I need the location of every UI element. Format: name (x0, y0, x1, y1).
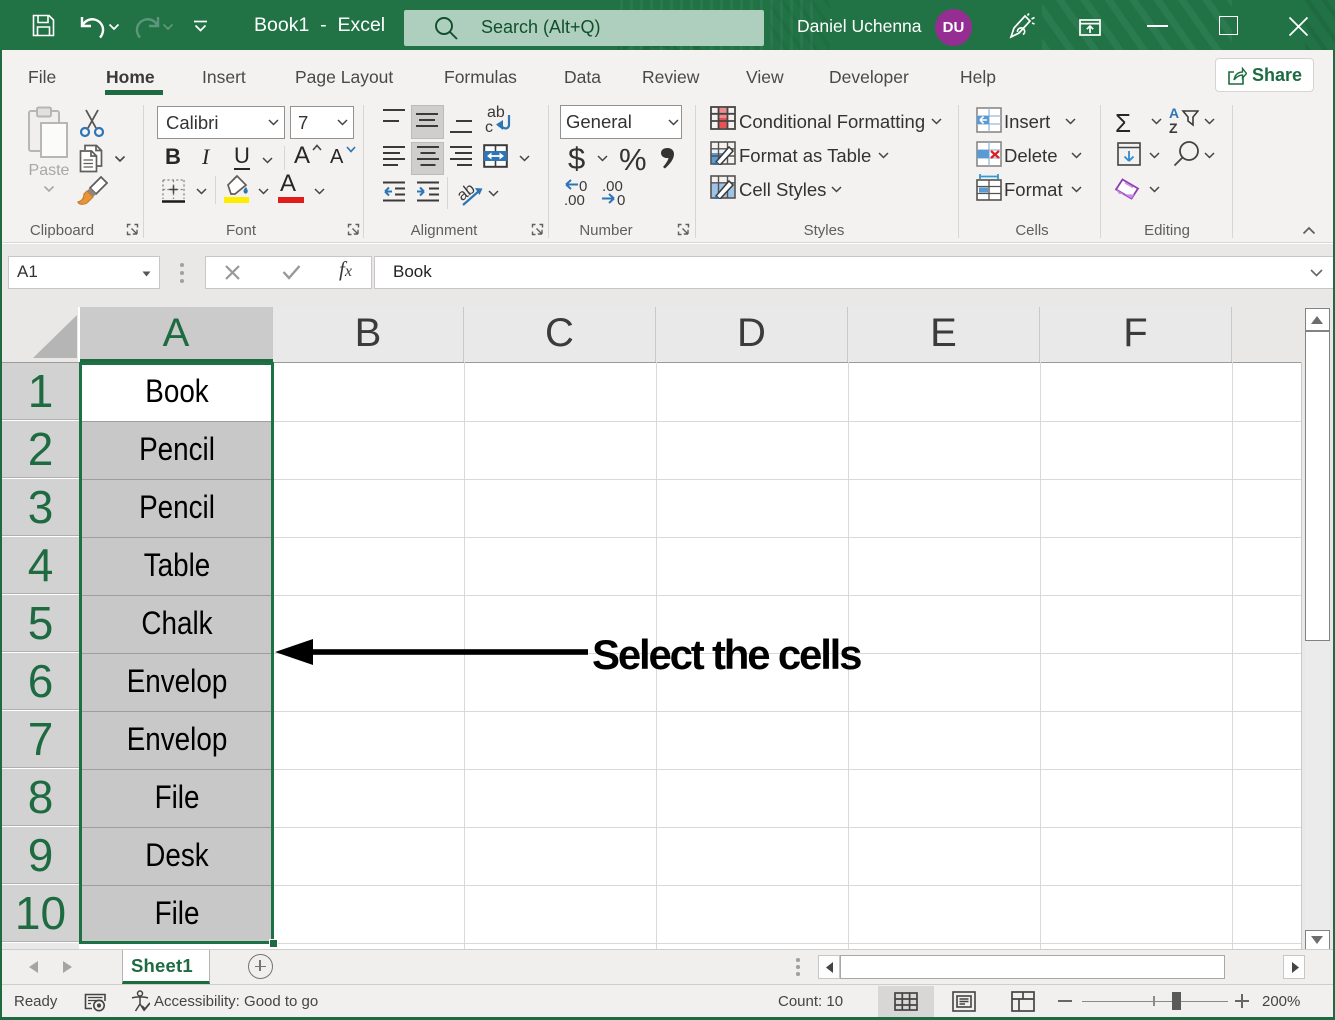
svg-text:0: 0 (617, 192, 625, 206)
svg-text:A: A (1169, 106, 1179, 121)
svg-text:.00: .00 (564, 192, 585, 206)
svg-text:Z: Z (1169, 120, 1178, 134)
svg-text:c: c (485, 119, 493, 136)
